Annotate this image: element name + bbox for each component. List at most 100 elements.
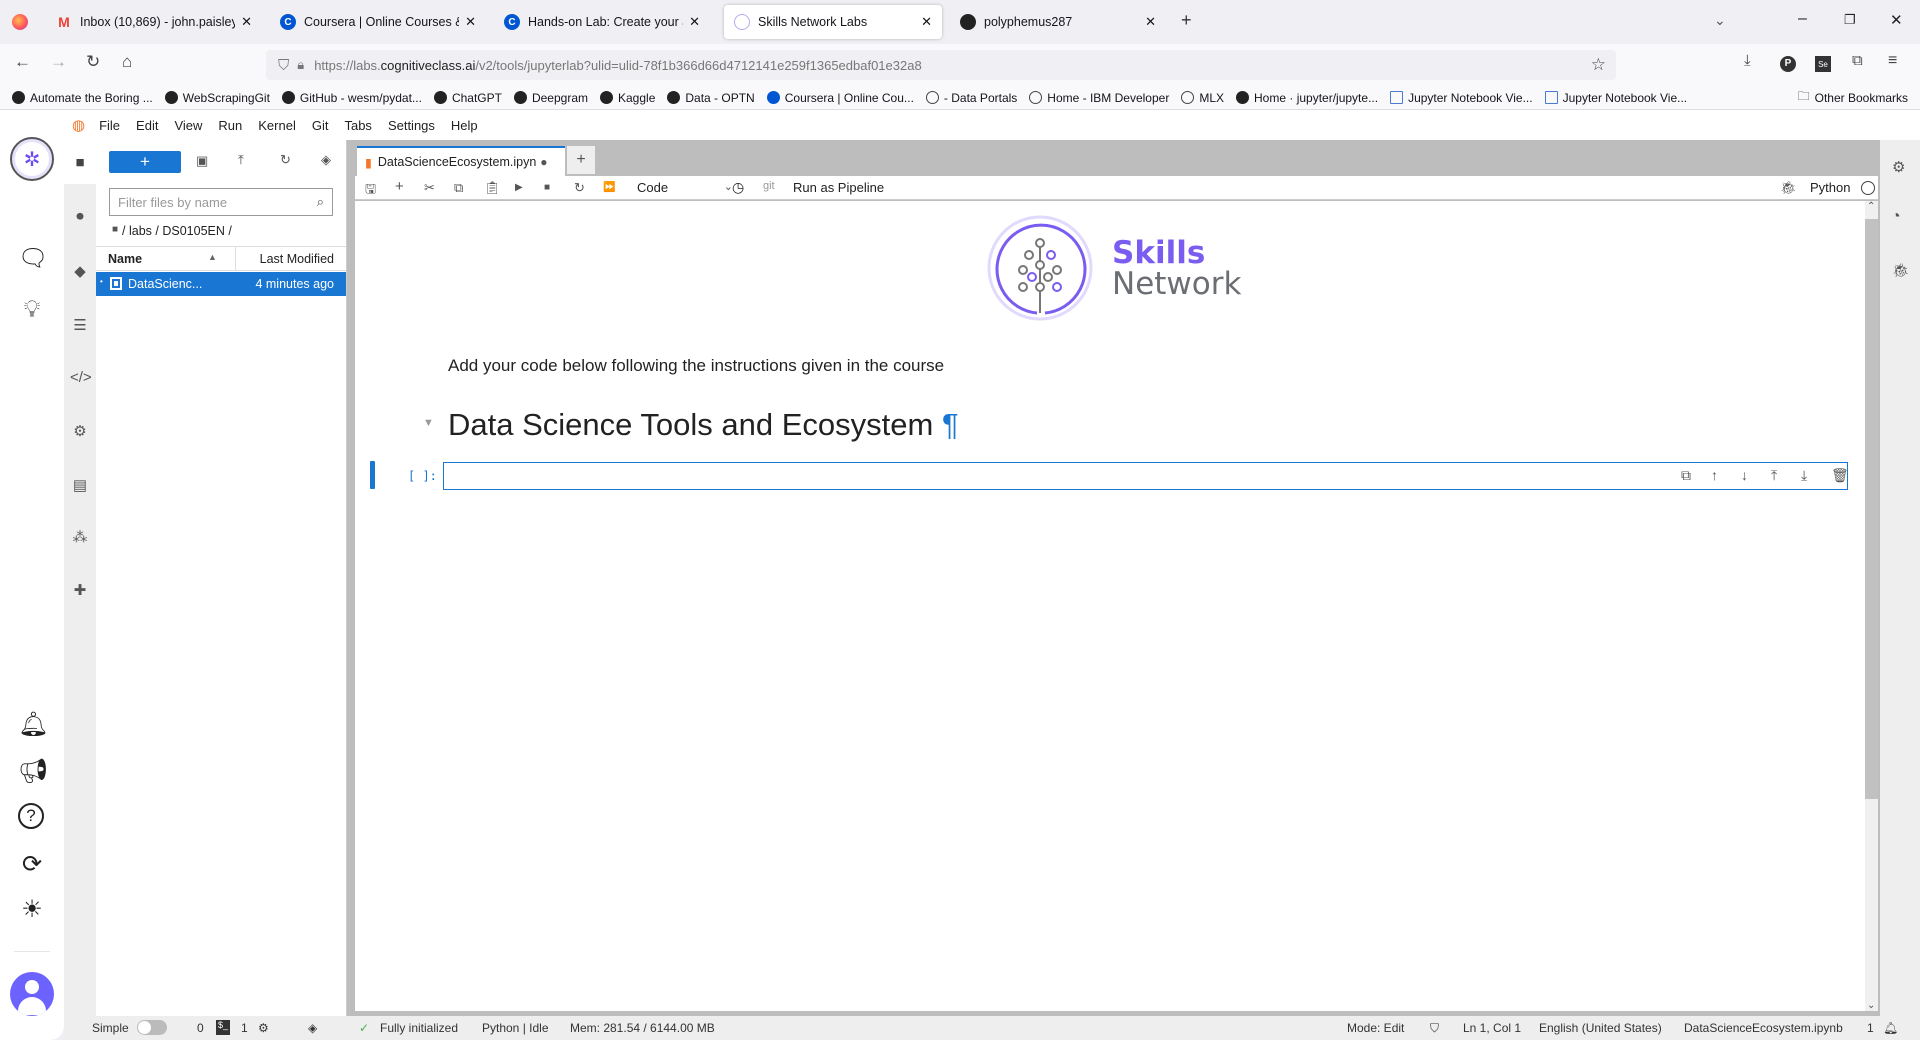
save-icon[interactable]: 🖫: [365, 180, 376, 202]
skills-network-logo[interactable]: ✲: [10, 137, 54, 181]
profile-extension-icon[interactable]: P: [1780, 56, 1796, 72]
minimize-button[interactable]: –: [1798, 10, 1807, 28]
code-snippets-icon[interactable]: </>: [70, 369, 92, 386]
new-folder-icon[interactable]: ▣: [196, 153, 208, 169]
bookmark-item[interactable]: ChatGPT: [433, 91, 502, 105]
lightbulb-icon[interactable]: 💡︎: [18, 296, 46, 324]
back-icon[interactable]: ←: [14, 52, 31, 72]
menu-help[interactable]: Help: [451, 118, 478, 133]
bookmark-star-icon[interactable]: ☆: [1591, 55, 1606, 75]
vertical-scrollbar[interactable]: ⌃ ⌄: [1865, 201, 1878, 1011]
git-status-icon[interactable]: ◈: [308, 1021, 317, 1035]
tab-list-chevron-icon[interactable]: ⌄: [1714, 12, 1726, 29]
bookmark-item[interactable]: Jupyter Notebook Vie...: [1544, 91, 1687, 105]
close-tab-icon[interactable]: ✕: [689, 14, 700, 30]
menu-tabs[interactable]: Tabs: [344, 118, 371, 133]
other-bookmarks[interactable]: 🗀 Other Bookmarks: [1798, 87, 1908, 108]
cursor-position[interactable]: Ln 1, Col 1: [1463, 1021, 1521, 1035]
pipeline-components-icon[interactable]: ▤: [70, 476, 90, 494]
column-last-modified[interactable]: Last Modified: [260, 252, 334, 266]
table-of-contents-icon[interactable]: ☰: [70, 316, 90, 334]
git-button[interactable]: git: [763, 180, 775, 192]
resource-usage-gauge-icon[interactable]: ◔: [1891, 208, 1901, 226]
duplicate-cell-icon[interactable]: ⧉: [1681, 467, 1691, 484]
bookmark-item[interactable]: MLX: [1181, 91, 1224, 105]
close-window-button[interactable]: ✕: [1890, 11, 1903, 29]
selenium-extension-icon[interactable]: Se: [1815, 56, 1831, 72]
bookmark-item[interactable]: Data - OPTN: [667, 91, 755, 105]
add-tab-button[interactable]: +: [567, 146, 595, 174]
kernel-state[interactable]: Python | Idle: [482, 1021, 549, 1035]
close-tab-icon[interactable]: ✕: [465, 14, 476, 30]
stop-icon[interactable]: ■: [544, 182, 550, 193]
home-icon[interactable]: ⌂: [122, 52, 132, 72]
delete-cell-icon[interactable]: 🗑︎: [1831, 467, 1849, 484]
bookmark-item[interactable]: Home · jupyter/jupyte...: [1236, 91, 1378, 105]
copy-icon[interactable]: ⧉: [454, 180, 463, 196]
cell-type-select[interactable]: Code ⌄: [637, 180, 733, 195]
column-name[interactable]: Name: [108, 252, 142, 266]
run-as-pipeline-button[interactable]: Run as Pipeline: [793, 180, 884, 195]
clock-icon[interactable]: ◷: [732, 179, 744, 196]
restart-icon[interactable]: ↻: [574, 180, 585, 196]
run-all-icon[interactable]: ⏩: [603, 182, 615, 193]
filter-files-input[interactable]: Filter files by name ⌕: [109, 188, 333, 216]
insert-above-icon[interactable]: ⤒: [1771, 467, 1777, 484]
extension-manager-icon[interactable]: ✚: [70, 581, 90, 599]
firefox-icon[interactable]: [12, 14, 28, 30]
trusted-icon[interactable]: ⛉: [1430, 1021, 1439, 1036]
file-row[interactable]: • DataScienc... 4 minutes ago: [96, 272, 346, 296]
refresh-files-icon[interactable]: ↻: [280, 152, 291, 168]
folder-icon[interactable]: ■: [70, 154, 90, 171]
menu-settings[interactable]: Settings: [388, 118, 435, 133]
move-up-icon[interactable]: ↑: [1711, 467, 1718, 483]
kernel-name[interactable]: Python: [1810, 180, 1850, 195]
anchor-link[interactable]: ¶: [942, 407, 959, 442]
insert-cell-icon[interactable]: +: [395, 178, 404, 195]
bookmark-item[interactable]: Jupyter Notebook Vie...: [1390, 91, 1533, 105]
insert-below-icon[interactable]: ⤓: [1801, 467, 1807, 484]
run-icon[interactable]: ▶: [515, 182, 523, 193]
bell-icon[interactable]: 🔔︎: [18, 710, 48, 739]
property-inspector-icon[interactable]: ⚙: [70, 422, 90, 440]
running-sessions-icon[interactable]: ⏺: [70, 208, 90, 225]
menu-icon[interactable]: ≡: [1888, 52, 1897, 70]
collapse-heading-icon[interactable]: ▼: [423, 417, 434, 429]
browser-tab[interactable]: CCoursera | Online Courses & Cr✕: [270, 5, 486, 39]
browser-tab[interactable]: CHands-on Lab: Create your Jupy✕: [494, 5, 710, 39]
home-folder-icon[interactable]: ■: [112, 224, 118, 238]
browser-tab-active[interactable]: Skills Network Labs ✕: [724, 5, 942, 39]
elyra-pipeline-icon[interactable]: ⁂: [70, 528, 90, 546]
scroll-down-icon[interactable]: ⌄: [1867, 1000, 1875, 1011]
paste-icon[interactable]: 📋︎: [484, 180, 501, 196]
address-bar[interactable]: ⛉ 🔒︎ https://labs. cognitiveclass.ai/v2/t…: [266, 50, 1616, 80]
menu-file[interactable]: File: [99, 118, 120, 133]
downloads-icon[interactable]: ⤓: [1744, 52, 1751, 69]
bookmark-item[interactable]: GitHub - wesm/pydat...: [281, 91, 422, 105]
git-clone-icon[interactable]: ◈: [321, 152, 331, 168]
theme-sun-icon[interactable]: ☀: [18, 895, 46, 924]
notification-bell-icon[interactable]: 🔔︎: [1883, 1021, 1898, 1035]
bookmark-item[interactable]: Coursera | Online Cou...: [766, 91, 914, 105]
bookmark-item[interactable]: Automate the Boring ...: [12, 91, 153, 105]
git-icon[interactable]: ◆: [70, 262, 90, 280]
bookmark-item[interactable]: Home - IBM Developer: [1029, 91, 1169, 105]
bookmark-item[interactable]: WebScrapingGit: [164, 91, 270, 105]
bookmark-item[interactable]: Kaggle: [600, 91, 655, 105]
extensions-icon[interactable]: ⧉: [1852, 52, 1863, 69]
close-tab-icon[interactable]: ✕: [241, 14, 252, 30]
cut-icon[interactable]: ✂: [424, 180, 435, 196]
close-tab-icon[interactable]: ✕: [921, 14, 932, 30]
property-inspector-icon[interactable]: ⚙: [1892, 158, 1905, 176]
close-tab-icon[interactable]: ✕: [1145, 14, 1156, 30]
kernels-count[interactable]: 1: [241, 1021, 248, 1035]
debugger-icon[interactable]: 🐞︎: [1780, 180, 1797, 196]
new-launcher-button[interactable]: +: [109, 151, 181, 173]
display-language[interactable]: English (United States): [1539, 1021, 1662, 1035]
upload-icon[interactable]: ⤒: [238, 152, 244, 168]
browser-tab[interactable]: MInbox (10,869) - john.paisley1@✕: [46, 5, 262, 39]
menu-view[interactable]: View: [174, 118, 202, 133]
browser-tab[interactable]: polyphemus287 ✕: [950, 5, 1166, 39]
code-cell-input[interactable]: ⧉ ↑ ↓ ⤒ ⤓ 🗑︎: [443, 462, 1849, 490]
reload-icon[interactable]: ↻: [86, 52, 100, 72]
